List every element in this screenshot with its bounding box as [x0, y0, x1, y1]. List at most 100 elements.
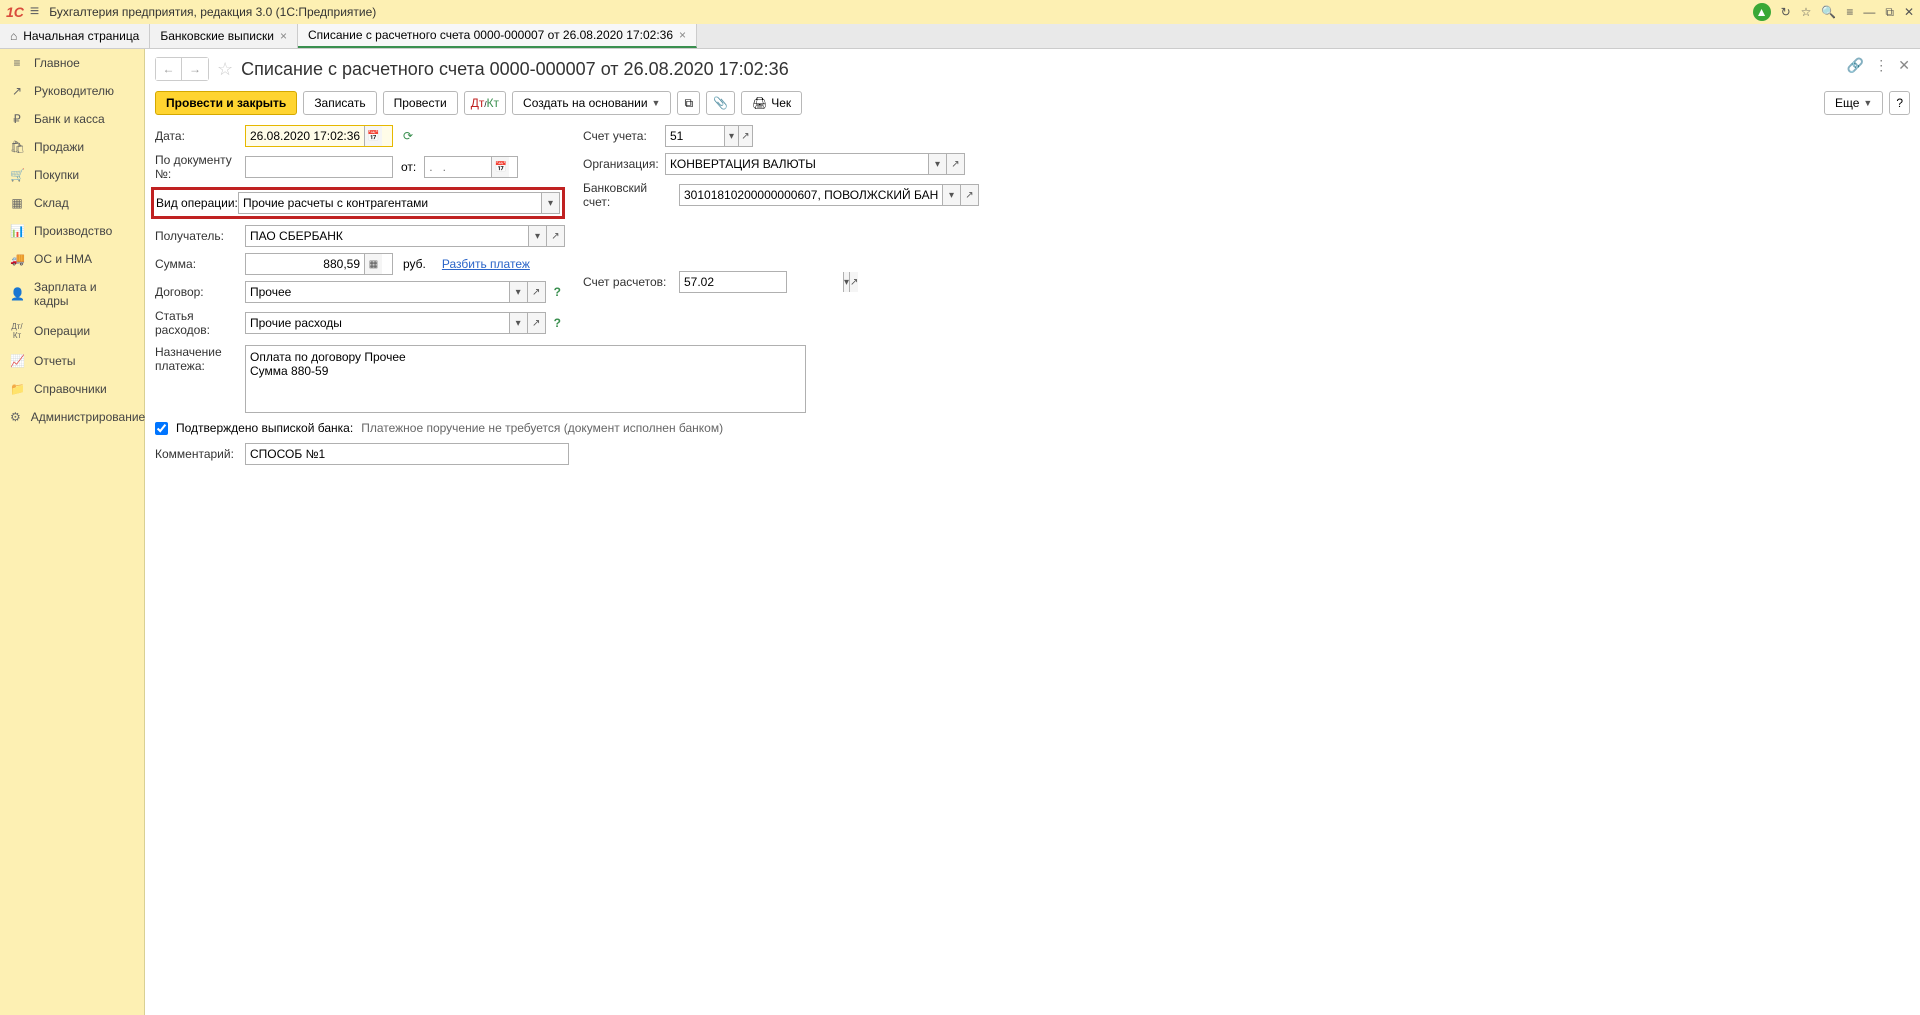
- manager-icon: ↗: [10, 84, 24, 98]
- sidebar-item-label: Покупки: [34, 168, 79, 182]
- sidebar-item-production[interactable]: 📊Производство: [0, 217, 144, 245]
- close-doc-icon[interactable]: ✕: [1898, 57, 1910, 74]
- calendar-icon[interactable]: 📅: [491, 157, 509, 177]
- bank-acc-input[interactable]: [680, 185, 942, 205]
- dropdown-icon[interactable]: ▾: [942, 185, 960, 205]
- comment-input[interactable]: [246, 444, 568, 464]
- open-ref-icon[interactable]: ↗: [527, 282, 545, 302]
- close-tab-icon[interactable]: ×: [679, 28, 686, 42]
- dropdown-icon[interactable]: ▾: [528, 226, 546, 246]
- chart-icon: 📈: [10, 354, 24, 368]
- open-ref-icon[interactable]: ↗: [738, 126, 752, 146]
- main: ≡Главное ↗Руководителю ₽Банк и касса 🛍Пр…: [0, 49, 1920, 1015]
- history-icon[interactable]: ↻: [1781, 5, 1791, 19]
- calculator-icon[interactable]: ▦: [364, 254, 382, 274]
- post-and-close-button[interactable]: Провести и закрыть: [155, 91, 297, 115]
- sidebar-item-salary[interactable]: 👤Зарплата и кадры: [0, 273, 144, 315]
- favorite-icon[interactable]: ☆: [1801, 5, 1812, 19]
- close-window-icon[interactable]: ✕: [1904, 5, 1914, 19]
- contract-input-wrap: ▾ ↗: [245, 281, 546, 303]
- refresh-date-icon[interactable]: ⟳: [403, 129, 413, 143]
- org-label: Организация:: [583, 157, 661, 171]
- tab-home[interactable]: ⌂ Начальная страница: [0, 24, 150, 48]
- save-button[interactable]: Записать: [303, 91, 376, 115]
- sidebar-item-purchases[interactable]: 🛒Покупки: [0, 161, 144, 189]
- doc-date-input-wrap: 📅: [424, 156, 518, 178]
- tab-bank-statements[interactable]: Банковские выписки ×: [150, 24, 298, 48]
- ot-label: от:: [401, 160, 416, 174]
- help-button[interactable]: ?: [1889, 91, 1910, 115]
- purpose-textarea[interactable]: Оплата по договору Прочее Сумма 880-59: [245, 345, 806, 413]
- recipient-label: Получатель:: [155, 229, 241, 243]
- sidebar-item-label: Производство: [34, 224, 112, 238]
- doc-date-input[interactable]: [425, 157, 491, 177]
- dropdown-icon[interactable]: ▾: [724, 126, 738, 146]
- dtkt-button[interactable]: Дт/Кт: [464, 91, 506, 115]
- sidebar-item-manager[interactable]: ↗Руководителю: [0, 77, 144, 105]
- forward-button[interactable]: →: [182, 58, 208, 80]
- nav-buttons: ← →: [155, 57, 209, 81]
- help-icon[interactable]: ?: [550, 285, 565, 299]
- form-body: Дата: 📅 ⟳ По документу №: от: 📅: [155, 125, 1910, 343]
- hamburger-icon[interactable]: ≡: [30, 3, 39, 21]
- open-ref-icon[interactable]: ↗: [849, 272, 858, 292]
- confirmed-hint: Платежное поручение не требуется (докуме…: [361, 421, 723, 435]
- dropdown-icon[interactable]: ▾: [541, 193, 559, 213]
- sidebar-item-catalogs[interactable]: 📁Справочники: [0, 375, 144, 403]
- doc-num-input[interactable]: [246, 157, 392, 177]
- recipient-input[interactable]: [246, 226, 528, 246]
- attach-button[interactable]: 📎: [706, 91, 735, 115]
- sidebar-item-assets[interactable]: 🚚ОС и НМА: [0, 245, 144, 273]
- home-icon: ⌂: [10, 29, 17, 43]
- settings-icon[interactable]: ≡: [1846, 5, 1853, 19]
- more-vert-icon[interactable]: ⋮: [1874, 57, 1888, 74]
- dropdown-icon[interactable]: ▾: [928, 154, 946, 174]
- receipt-button[interactable]: 🖨 Чек: [741, 91, 802, 115]
- back-button[interactable]: ←: [156, 58, 182, 80]
- open-ref-icon[interactable]: ↗: [946, 154, 964, 174]
- org-input[interactable]: [666, 154, 928, 174]
- sidebar-item-sales[interactable]: 🛍Продажи: [0, 133, 144, 161]
- minimize-icon[interactable]: —: [1863, 5, 1875, 19]
- sidebar-item-warehouse[interactable]: ▦Склад: [0, 189, 144, 217]
- create-based-button[interactable]: Создать на основании ▼: [512, 91, 671, 115]
- tab-document[interactable]: Списание с расчетного счета 0000-000007 …: [298, 24, 697, 48]
- dropdown-icon[interactable]: ▾: [509, 282, 527, 302]
- calendar-icon[interactable]: 📅: [364, 126, 382, 146]
- split-payment-link[interactable]: Разбить платеж: [442, 257, 530, 271]
- dropdown-icon[interactable]: ▾: [509, 313, 527, 333]
- open-ref-icon[interactable]: ↗: [527, 313, 545, 333]
- date-input[interactable]: [246, 126, 364, 146]
- account-input[interactable]: [666, 126, 724, 146]
- post-button[interactable]: Провести: [383, 91, 458, 115]
- notification-icon[interactable]: ▲: [1753, 3, 1771, 21]
- sidebar-item-reports[interactable]: 📈Отчеты: [0, 347, 144, 375]
- more-button[interactable]: Еще ▼: [1824, 91, 1883, 115]
- help-icon[interactable]: ?: [550, 316, 565, 330]
- close-tab-icon[interactable]: ×: [280, 29, 287, 43]
- contract-input[interactable]: [246, 282, 509, 302]
- sidebar-item-label: Склад: [34, 196, 69, 210]
- open-ref-icon[interactable]: ↗: [546, 226, 564, 246]
- maximize-icon[interactable]: ⧉: [1885, 5, 1894, 20]
- favorite-star-icon[interactable]: ☆: [217, 59, 233, 80]
- expense-input[interactable]: [246, 313, 509, 333]
- sidebar-item-operations[interactable]: Дт/КтОперации: [0, 315, 144, 347]
- dtkt-icon: Дт/Кт: [10, 322, 24, 340]
- settle-acc-input[interactable]: [680, 272, 843, 292]
- bank-acc-label: Банковский счет:: [583, 181, 675, 209]
- account-label: Счет учета:: [583, 129, 661, 143]
- confirmed-checkbox[interactable]: [155, 422, 168, 435]
- structure-button[interactable]: ⧉: [677, 91, 700, 115]
- sidebar-item-bank[interactable]: ₽Банк и касса: [0, 105, 144, 133]
- op-type-input[interactable]: [239, 193, 541, 213]
- sidebar-item-main[interactable]: ≡Главное: [0, 49, 144, 77]
- sidebar-item-admin[interactable]: ⚙Администрирование: [0, 403, 144, 431]
- amount-input[interactable]: [246, 254, 364, 274]
- link-icon[interactable]: 🔗: [1847, 57, 1864, 74]
- expense-label: Статья расходов:: [155, 309, 241, 337]
- search-icon[interactable]: 🔍: [1821, 5, 1836, 19]
- sales-icon: 🛍: [10, 140, 24, 154]
- truck-icon: 🚚: [10, 252, 24, 266]
- open-ref-icon[interactable]: ↗: [960, 185, 978, 205]
